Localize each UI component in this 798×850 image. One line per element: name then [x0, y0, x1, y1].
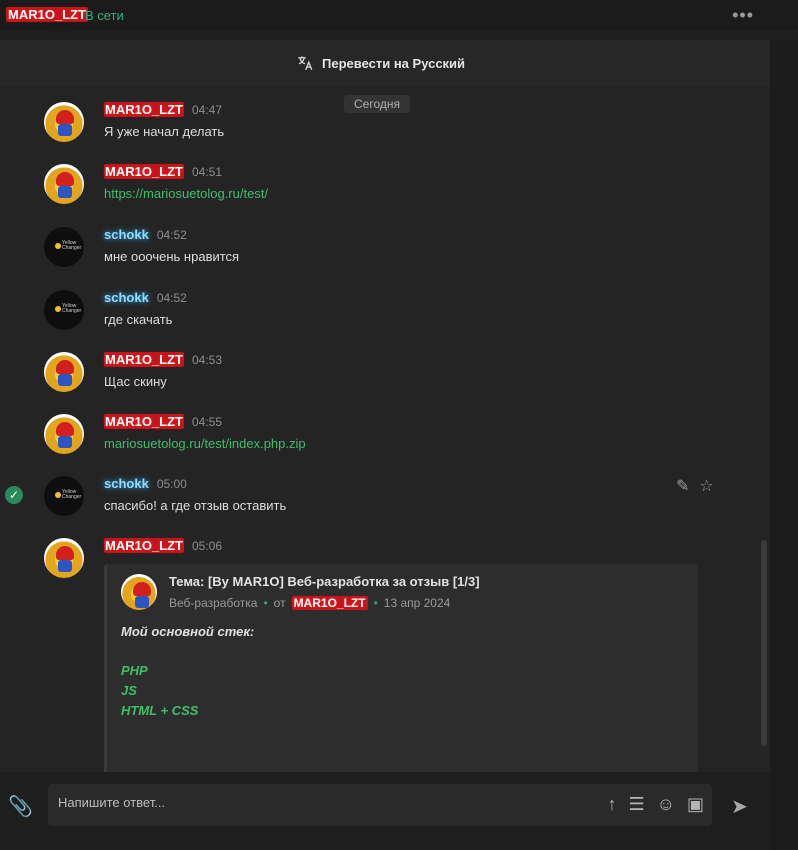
list-icon[interactable]: ☰ [628, 794, 644, 815]
attach-icon[interactable]: 📎 [8, 794, 33, 819]
quote-date: 13 апр 2024 [383, 596, 451, 610]
message-time: 04:51 [192, 165, 223, 179]
message-author[interactable]: schokk [104, 476, 149, 491]
message-time: 04:47 [192, 103, 223, 117]
message-time: 04:52 [156, 228, 187, 242]
translate-icon [298, 56, 313, 71]
edit-icon[interactable]: ✎ [676, 476, 689, 496]
avatar[interactable] [44, 164, 84, 204]
quote-title[interactable]: Тема: [By MAR1O] Веб-разработка за отзыв… [169, 574, 480, 589]
arrow-up-icon[interactable]: ↑ [607, 794, 616, 815]
message-author[interactable]: MAR1O_LZT [104, 164, 184, 179]
quote-author[interactable]: MAR1O_LZT [291, 596, 368, 610]
message-author[interactable]: MAR1O_LZT [104, 102, 184, 117]
quote-from-label: от [273, 596, 286, 610]
message-text: Я уже начал делать [104, 124, 225, 139]
translate-bar[interactable]: Перевести на Русский [0, 40, 770, 86]
message-author[interactable]: schokk [104, 227, 149, 242]
message-author[interactable]: schokk [104, 290, 149, 305]
message-link[interactable]: https://mariosuetolog.ru/test/ [104, 186, 268, 201]
reply-box: ↑ ☰ ☺ ▣ [48, 784, 712, 826]
avatar-logo-text: Yellow Changer [62, 303, 82, 314]
avatar[interactable] [44, 352, 84, 392]
quote-line: JS [121, 683, 137, 698]
message-text: где скачать [104, 312, 173, 327]
translate-label: Перевести на Русский [322, 55, 466, 71]
message-author[interactable]: MAR1O_LZT [104, 414, 184, 429]
message-time: 05:06 [192, 539, 223, 553]
more-horizontal-icon[interactable]: ••• [732, 5, 754, 26]
message-author[interactable]: MAR1O_LZT [104, 538, 184, 553]
thread-quote-card[interactable]: Тема: [By MAR1O] Веб-разработка за отзыв… [104, 564, 698, 772]
quote-heading: Мой основной стек: [121, 624, 255, 639]
quote-line: HTML + CSS [121, 703, 199, 718]
avatar[interactable] [44, 102, 84, 142]
message-text: мне ооочень нравится [104, 249, 240, 264]
send-icon[interactable]: ➤ [731, 794, 748, 819]
message-time: 04:55 [192, 415, 223, 429]
quote-avatar [121, 574, 157, 610]
scrollbar[interactable] [761, 540, 767, 746]
message-time: 04:53 [192, 353, 223, 367]
header-username[interactable]: MAR1O_LZT [6, 7, 88, 22]
composer: 📎 ↑ ☰ ☺ ▣ ➤ [0, 772, 770, 850]
message-text: спасибо! а где отзыв оставить [104, 498, 287, 513]
message-list[interactable]: Сегодня MAR1O_LZT 04:47 Я уже начал дела… [0, 86, 770, 772]
message-time: 05:00 [156, 477, 187, 491]
message-link[interactable]: mariosuetolog.ru/test/index.php.zip [104, 436, 306, 451]
quote-line: PHP [121, 663, 148, 678]
emoji-icon[interactable]: ☺ [657, 794, 675, 815]
avatar[interactable] [44, 414, 84, 454]
image-icon[interactable]: ▣ [687, 794, 704, 815]
chat-header: MAR1O_LZT В сети ••• [0, 0, 798, 30]
date-chip: Сегодня [344, 95, 410, 113]
avatar[interactable]: Yellow Changer [44, 290, 84, 330]
read-check-icon: ✓ [5, 486, 23, 504]
avatar[interactable]: Yellow Changer [44, 476, 84, 516]
star-icon[interactable]: ☆ [699, 476, 713, 496]
avatar-logo-text: Yellow Changer [62, 489, 82, 500]
online-status: В сети [85, 8, 124, 23]
avatar[interactable]: Yellow Changer [44, 227, 84, 267]
quote-category[interactable]: Веб-разработка [169, 596, 257, 610]
message-time: 04:52 [156, 291, 187, 305]
side-strip [770, 40, 798, 850]
reply-input[interactable] [58, 795, 558, 810]
avatar-logo-text: Yellow Changer [62, 240, 82, 251]
avatar[interactable] [44, 538, 84, 578]
message-author[interactable]: MAR1O_LZT [104, 352, 184, 367]
message-text: Щас скину [104, 374, 167, 389]
